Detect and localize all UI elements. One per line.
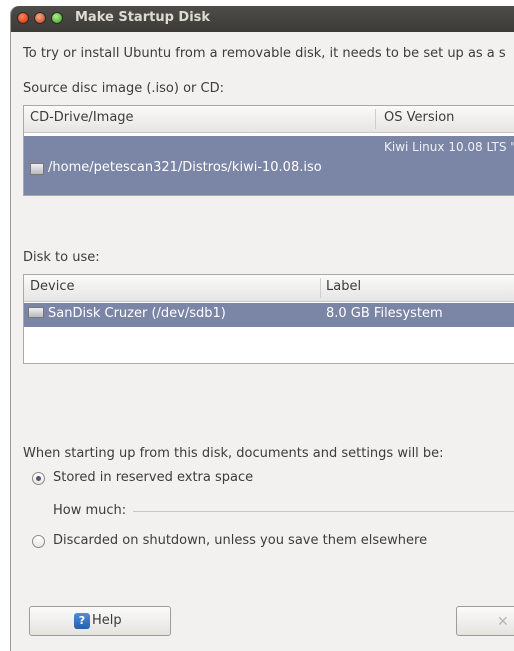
close-window-button[interactable] [17,12,29,24]
disk-label-value: 8.0 GB Filesystem [326,306,443,321]
discarded-radio[interactable] [32,535,45,548]
make-startup-disk-window: Make Startup Disk To try or install Ubun… [10,6,514,651]
help-icon: ? [74,613,90,629]
help-button[interactable]: ? Help [29,606,171,636]
minimize-window-button[interactable] [34,12,46,24]
column-separator [320,278,321,298]
intro-text: To try or install Ubuntu from a removabl… [23,46,506,61]
title-bar: Make Startup Disk [11,6,514,32]
source-table-header: CD-Drive/Image OS Version [24,106,514,133]
disk-table: Device Label SanDisk Cruzer (/dev/sdb1) … [23,274,514,364]
column-header-os-version[interactable]: OS Version [384,110,454,125]
how-much-label: How much: [53,503,127,518]
stored-radio[interactable] [32,472,45,485]
close-icon: ✕ [497,614,509,630]
source-label: Source disc image (.iso) or CD: [23,81,224,96]
disc-image-icon [30,163,44,175]
disk-row-selected[interactable]: SanDisk Cruzer (/dev/sdb1) 8.0 GB Filesy… [24,303,514,327]
disk-label: Disk to use: [23,250,100,265]
how-much-slider[interactable] [133,511,514,512]
column-header-cd-drive-image[interactable]: CD-Drive/Image [30,110,134,125]
persistence-heading: When starting up from this disk, documen… [23,446,444,461]
disk-table-header: Device Label [24,275,514,302]
disk-device: SanDisk Cruzer (/dev/sdb1) [48,306,226,321]
source-image-path: /home/petescan321/Distros/kiwi-10.08.iso [48,160,322,175]
column-header-device[interactable]: Device [30,279,74,294]
usb-drive-icon [28,307,44,318]
maximize-window-button[interactable] [51,12,63,24]
source-row-selected[interactable]: /home/petescan321/Distros/kiwi-10.08.iso… [24,136,514,195]
stored-option-label[interactable]: Stored in reserved extra space [53,470,253,485]
close-button-partial[interactable]: ✕ [456,606,514,636]
column-separator [375,109,376,129]
source-table: CD-Drive/Image OS Version /home/petescan… [23,105,514,196]
help-button-label: Help [92,613,122,628]
window-title: Make Startup Disk [75,10,211,25]
column-header-label[interactable]: Label [326,279,361,294]
radio-selected-dot [36,476,41,481]
discarded-option-label[interactable]: Discarded on shutdown, unless you save t… [53,533,427,548]
source-os-version: Kiwi Linux 10.08 LTS " [384,140,514,154]
